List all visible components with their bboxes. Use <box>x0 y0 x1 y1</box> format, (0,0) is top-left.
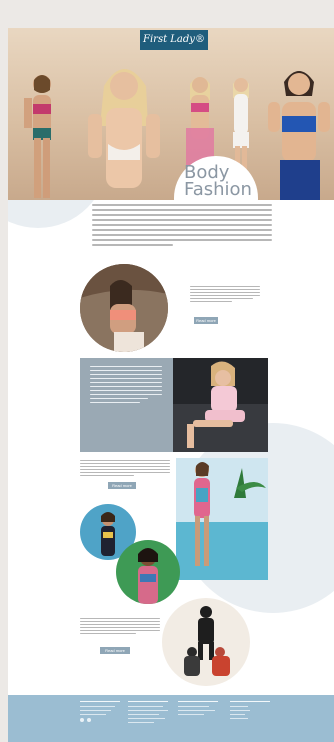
facebook-icon[interactable] <box>80 718 84 722</box>
model-figure-2 <box>82 56 166 200</box>
footer-column-1 <box>80 701 124 722</box>
footer-column-3 <box>178 701 222 718</box>
section-4-text <box>80 618 160 636</box>
section-3-circle-photo-2 <box>116 540 180 604</box>
intro-paragraph <box>92 204 272 249</box>
footer-column-4 <box>230 701 274 722</box>
footer-column-2 <box>128 701 172 726</box>
model-figure-5 <box>266 62 332 200</box>
site-footer <box>8 695 334 742</box>
section-3-read-more-button[interactable]: Read more <box>108 482 136 489</box>
section-2-photo <box>173 358 268 452</box>
section-2-text-panel <box>80 358 173 452</box>
page: First Lady® Body Fashion Read more Read … <box>8 28 334 742</box>
section-3-pool-photo <box>176 458 268 580</box>
brand-logo[interactable]: First Lady® <box>140 30 208 50</box>
hero-banner: First Lady® Body Fashion <box>8 28 334 200</box>
section-3-text <box>80 460 170 478</box>
section-1-photo <box>80 264 168 352</box>
section-4-group-photo <box>162 598 250 686</box>
instagram-icon[interactable] <box>87 718 91 722</box>
section-4-read-more-button[interactable]: Read more <box>100 647 130 654</box>
section-1-read-more-button[interactable]: Read more <box>194 317 218 324</box>
model-figure-1 <box>20 68 64 200</box>
section-1-text <box>190 286 260 304</box>
hero-title: Body Fashion <box>184 162 252 200</box>
